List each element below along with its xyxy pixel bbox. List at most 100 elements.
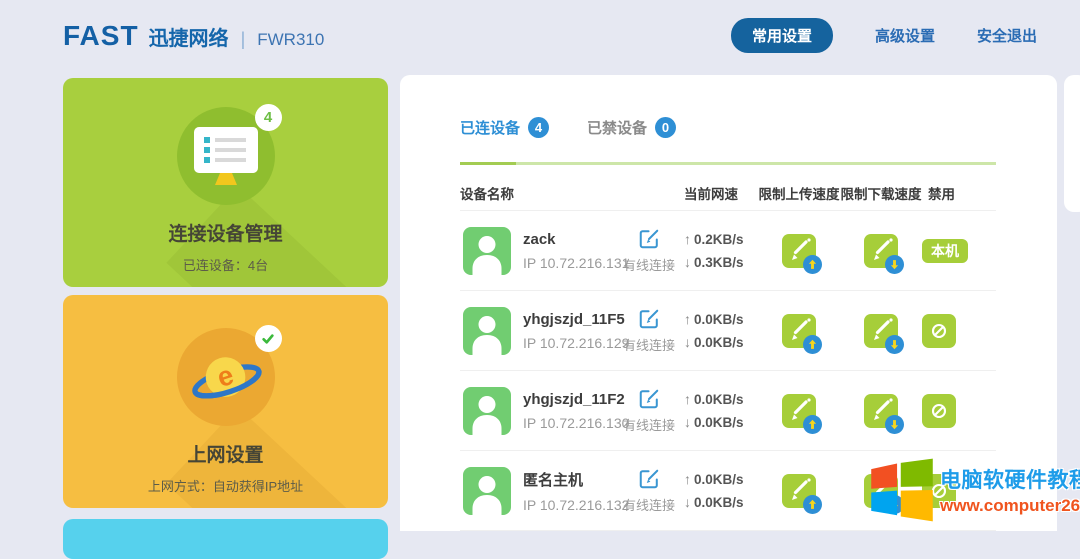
limit-download-button[interactable] [864, 234, 898, 268]
connection-type-label: 有线连接 [623, 495, 675, 514]
edit-device-name-button[interactable] [638, 388, 660, 410]
scrollbar-thumb[interactable] [1064, 75, 1080, 212]
device-avatar [463, 387, 511, 435]
edit-device-name-button[interactable] [638, 228, 660, 250]
connection-type-label: 有线连接 [623, 415, 675, 434]
edit-pencil-icon [638, 308, 660, 330]
card-title: 上网设置 [63, 440, 388, 467]
card-title: 连接设备管理 [63, 219, 388, 246]
brand-logo: FAST 迅捷网络 | FWR310 [63, 20, 324, 52]
upload-badge-icon [803, 495, 822, 514]
download-badge-icon [885, 255, 904, 274]
down-arrow-icon: ↓ [684, 414, 691, 430]
ban-icon [927, 399, 951, 423]
device-tabs: 已连设备 4 已禁设备 0 [460, 117, 676, 138]
down-arrow-icon [888, 258, 901, 271]
up-arrow-icon [806, 258, 819, 271]
device-ip: IP 10.72.216.131 [523, 255, 629, 271]
ban-device-button[interactable] [922, 314, 956, 348]
globe-icon-circle: e [177, 328, 275, 426]
card-subtitle: 上网方式：自动获得IP地址 [63, 476, 388, 495]
connected-count-badge: 4 [528, 117, 549, 138]
nav-logout[interactable]: 安全退出 [977, 25, 1037, 46]
card-subtitle: 已连设备：4台 [63, 255, 388, 274]
connected-check-badge [255, 325, 282, 352]
device-name: yhgjszjd_11F5 [523, 311, 629, 328]
device-row: zack IP 10.72.216.131 有线连接 ↑0.2KB/s ↓0.3… [460, 211, 996, 291]
ban-icon [927, 319, 951, 343]
logo-divider: | [241, 29, 246, 50]
nav-advanced-settings[interactable]: 高级设置 [875, 25, 935, 46]
col-current-speed: 当前网速 [678, 183, 758, 203]
brand-name: FAST [63, 20, 139, 52]
windows-logo-icon [870, 458, 934, 522]
edit-pencil-icon [638, 468, 660, 490]
device-row: yhgjszjd_11F2 IP 10.72.216.130 有线连接 ↑0.0… [460, 371, 996, 451]
upload-speed: ↑0.0KB/s [684, 311, 758, 327]
upload-badge-icon [803, 255, 822, 274]
col-limit-download: 限制下载速度 [841, 183, 922, 203]
connection-type-label: 有线连接 [623, 255, 675, 274]
device-ip: IP 10.72.216.132 [523, 497, 629, 513]
brand-name-chinese: 迅捷网络 [149, 22, 229, 51]
edit-pencil-icon [638, 388, 660, 410]
person-icon [463, 227, 511, 275]
watermark-site-name: 电脑软硬件教程网 [940, 464, 1080, 494]
down-arrow-icon: ↓ [684, 334, 691, 350]
router-model: FWR310 [257, 30, 324, 50]
tab-underline [460, 162, 996, 165]
up-arrow-icon: ↑ [684, 311, 691, 327]
nav-common-settings[interactable]: 常用设置 [731, 18, 833, 53]
tab-connected-devices[interactable]: 已连设备 4 [460, 117, 549, 138]
device-avatar [463, 467, 511, 515]
limit-upload-button[interactable] [782, 234, 816, 268]
monitor-icon-circle: 4 [177, 107, 275, 205]
down-arrow-icon: ↓ [684, 254, 691, 270]
up-arrow-icon [806, 498, 819, 511]
edit-device-name-button[interactable] [638, 468, 660, 490]
device-row: yhgjszjd_11F5 IP 10.72.216.129 有线连接 ↑0.0… [460, 291, 996, 371]
connection-type-label: 有线连接 [623, 335, 675, 354]
up-arrow-icon: ↑ [684, 391, 691, 407]
person-icon [463, 307, 511, 355]
up-arrow-icon: ↑ [684, 471, 691, 487]
col-limit-upload: 限制上传速度 [759, 183, 840, 203]
device-ip: IP 10.72.216.129 [523, 335, 629, 351]
up-arrow-icon [806, 338, 819, 351]
limit-upload-button[interactable] [782, 474, 816, 508]
limit-download-button[interactable] [864, 314, 898, 348]
limit-upload-button[interactable] [782, 394, 816, 428]
device-avatar [463, 307, 511, 355]
download-speed: ↓0.3KB/s [684, 254, 758, 270]
limit-upload-button[interactable] [782, 314, 816, 348]
globe-icon: e [187, 342, 265, 412]
upload-speed: ↑0.2KB/s [684, 231, 758, 247]
tab-banned-devices[interactable]: 已禁设备 0 [587, 117, 676, 138]
device-name: 匿名主机 [523, 469, 629, 490]
down-arrow-icon [888, 338, 901, 351]
edit-device-name-button[interactable] [638, 308, 660, 330]
up-arrow-icon [806, 418, 819, 431]
sidebar-card-internet-settings[interactable]: e 上网设置 上网方式：自动获得IP地址 [63, 295, 388, 508]
down-arrow-icon: ↓ [684, 494, 691, 510]
download-badge-icon [885, 415, 904, 434]
upload-speed: ↑0.0KB/s [684, 471, 758, 487]
col-device-name: 设备名称 [460, 183, 620, 203]
device-ip: IP 10.72.216.130 [523, 415, 629, 431]
ban-device-button[interactable] [922, 394, 956, 428]
table-header: 设备名称 当前网速 限制上传速度 限制下载速度 禁用 [460, 175, 996, 210]
upload-speed: ↑0.0KB/s [684, 391, 758, 407]
device-avatar [463, 227, 511, 275]
download-badge-icon [885, 335, 904, 354]
download-speed: ↓0.0KB/s [684, 334, 758, 350]
watermark-site-url: www.computer26.com [940, 496, 1080, 516]
device-count-badge: 4 [255, 104, 282, 131]
download-speed: ↓0.0KB/s [684, 494, 758, 510]
edit-pencil-icon [638, 228, 660, 250]
down-arrow-icon [888, 418, 901, 431]
sidebar-card-device-management[interactable]: 4 连接设备管理 已连设备：4台 [63, 78, 388, 287]
limit-download-button[interactable] [864, 394, 898, 428]
check-icon [260, 331, 276, 347]
top-navigation: 常用设置 高级设置 安全退出 [731, 18, 1037, 53]
sidebar-card-peek[interactable] [63, 519, 388, 559]
